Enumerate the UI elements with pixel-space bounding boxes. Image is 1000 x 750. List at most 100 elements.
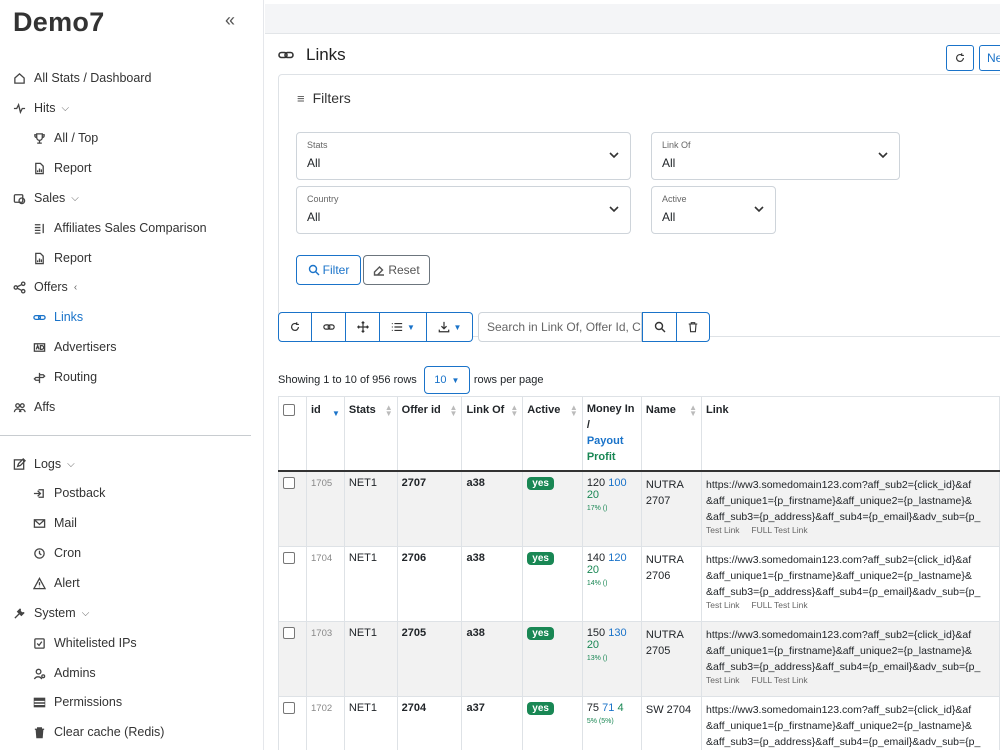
collapse-sidebar-icon[interactable]: «	[225, 10, 235, 31]
link-of-select[interactable]: Link Of All	[651, 132, 900, 180]
payout-value: 100	[608, 477, 627, 489]
col-header-id[interactable]: id ▼	[306, 396, 345, 472]
edit-icon	[11, 456, 27, 472]
link-line[interactable]: &aff_unique1={p_firstname}&aff_unique2={…	[706, 495, 972, 507]
sidebar-item-sales-report[interactable]: Report	[0, 247, 92, 269]
full-test-link[interactable]: FULL Test Link	[751, 600, 807, 610]
search-button[interactable]	[642, 312, 677, 342]
filter-button[interactable]: Filter	[296, 255, 361, 285]
test-link[interactable]: Test Link	[706, 675, 740, 685]
full-test-link[interactable]: FULL Test Link	[751, 525, 807, 535]
sidebar-item-advertisers[interactable]: Advertisers	[0, 336, 117, 358]
sidebar-item-logs[interactable]: Logs ⌵	[0, 453, 75, 475]
sidebar-item-affs[interactable]: Affs	[0, 396, 55, 418]
sidebar-item-all-top[interactable]: All / Top	[0, 127, 98, 149]
country-select[interactable]: Country All	[296, 186, 631, 234]
sidebar-item-whitelisted-ips[interactable]: Whitelisted IPs	[0, 632, 137, 654]
refresh-button[interactable]	[946, 45, 974, 71]
table-row[interactable]: 1703 NET1 2705 a38 yes 150 130 20 13% () NUTRA 2…	[278, 620, 1000, 697]
col-header-active[interactable]: Active ▲ ▼	[522, 396, 583, 472]
link-line[interactable]: https://ww3.somedomain123.com?aff_sub2={…	[706, 629, 971, 641]
sidebar-item-mail[interactable]: Mail	[0, 512, 77, 534]
link-line[interactable]: https://ww3.somedomain123.com?aff_sub2={…	[706, 554, 971, 566]
test-link[interactable]: Test Link	[706, 525, 740, 535]
id-value: 1702	[311, 702, 333, 714]
stats-select-value: All	[307, 156, 321, 170]
sidebar-item-system[interactable]: System ⌵	[0, 602, 89, 624]
link-of-value: a38	[466, 551, 485, 564]
col-header-link-of[interactable]: Link Of ▲ ▼	[461, 396, 524, 472]
name-value: NUTRA	[645, 479, 684, 491]
table-row[interactable]: 1705 NET1 2707 a38 yes 120 100 20 17% () NUTRA 2…	[278, 470, 1000, 547]
filter-button-label: Filter	[322, 263, 350, 277]
mail-icon	[31, 515, 47, 531]
profit-percent: 13% ()	[586, 654, 608, 662]
sidebar-item-hits-report[interactable]: Report	[0, 157, 92, 179]
sidebar-item-clear-cache[interactable]: Clear cache (Redis)	[0, 721, 164, 743]
table-search-input[interactable]	[478, 312, 642, 342]
sort-icon: ▲ ▼	[569, 403, 578, 418]
sidebar-item-alert[interactable]: Alert	[0, 572, 80, 594]
id-value: 1705	[311, 478, 333, 489]
row-checkbox[interactable]	[283, 626, 295, 639]
col-header-money[interactable]: Money In / Payout Profit	[581, 396, 642, 472]
sidebar-item-links[interactable]: Links	[0, 306, 83, 328]
profit-percent: 5% (5%)	[586, 717, 614, 725]
link-line[interactable]: https://ww3.somedomain123.com?aff_sub2={…	[706, 704, 971, 716]
active-select[interactable]: Active All	[651, 186, 776, 234]
report-icon	[31, 160, 47, 176]
table-row[interactable]: 1702 NET1 2704 a37 yes 75 71 4 5% (5%) SW 2704 h…	[278, 695, 1000, 750]
eraser-icon	[374, 266, 385, 276]
table-row[interactable]: 1704 NET1 2706 a38 yes 140 120 20 14% () NUTRA 2…	[278, 545, 1000, 622]
sidebar-item-label: Mail	[54, 516, 77, 530]
sidebar-item-affiliates-sales-comparison[interactable]: Affiliates Sales Comparison	[0, 217, 207, 239]
id-value: 1704	[311, 552, 333, 564]
full-test-link[interactable]: FULL Test Link	[751, 675, 807, 685]
sidebar-item-dashboard[interactable]: All Stats / Dashboard	[0, 67, 151, 89]
link-line[interactable]: &aff_sub3={p_address}&aff_sub4={p_email}…	[706, 586, 980, 598]
link-line[interactable]: https://ww3.somedomain123.com?aff_sub2={…	[706, 479, 971, 491]
col-header-link[interactable]: Link	[701, 396, 1000, 472]
active-badge: yes	[527, 551, 554, 565]
stats-select-label: Stats	[307, 140, 328, 150]
sidebar-item-routing[interactable]: Routing	[0, 366, 97, 388]
test-link[interactable]: Test Link	[706, 600, 740, 610]
toolbar-link-button[interactable]	[312, 312, 346, 342]
link-of-select-label: Link Of	[662, 140, 691, 150]
col-header-offer-id[interactable]: Offer id ▲ ▼	[396, 396, 463, 472]
col-header-name[interactable]: Name ▲ ▼	[640, 396, 703, 472]
link-line[interactable]: &aff_sub3={p_address}&aff_sub4={p_email}…	[706, 736, 980, 748]
row-checkbox[interactable]	[283, 477, 295, 489]
per-page-suffix: rows per page	[473, 374, 544, 386]
toolbar-columns-button[interactable]: ▼	[380, 312, 427, 342]
sidebar-item-hits[interactable]: Hits ⌵	[0, 97, 69, 119]
sidebar-item-postback[interactable]: Postback	[0, 482, 105, 504]
row-checkbox[interactable]	[283, 551, 295, 564]
clear-search-button[interactable]	[676, 312, 710, 342]
sidebar-item-admins[interactable]: Admins	[0, 662, 96, 684]
sidebar-item-permissions[interactable]: Permissions	[0, 691, 122, 713]
new-link-button[interactable]: Ne	[979, 45, 1000, 71]
link-line[interactable]: &aff_sub3={p_address}&aff_sub4={p_email}…	[706, 511, 980, 523]
select-all-checkbox[interactable]	[283, 404, 295, 416]
sidebar-item-offers[interactable]: Offers ‹	[0, 276, 77, 298]
link-line[interactable]: &aff_unique1={p_firstname}&aff_unique2={…	[706, 720, 972, 732]
toolbar-export-button[interactable]: ▼	[427, 312, 473, 342]
row-checkbox[interactable]	[283, 701, 295, 714]
toolbar-fullscreen-button[interactable]	[346, 312, 380, 342]
active-badge: yes	[527, 626, 554, 640]
link-line[interactable]: &aff_sub3={p_address}&aff_sub4={p_email}…	[706, 661, 980, 673]
sort-icon: ▲ ▼	[449, 403, 458, 418]
stats-select[interactable]: Stats All	[296, 132, 631, 180]
reset-button[interactable]: Reset	[363, 255, 430, 285]
link-line[interactable]: &aff_unique1={p_firstname}&aff_unique2={…	[706, 645, 972, 657]
col-header-stats[interactable]: Stats ▲ ▼	[343, 396, 398, 472]
per-page-select[interactable]: 10 ▼	[423, 366, 470, 394]
toolbar-refresh-button[interactable]	[278, 312, 312, 342]
sidebar-item-label: Routing	[54, 370, 98, 384]
active-cell: yes	[522, 695, 583, 750]
select-all-header	[278, 396, 307, 472]
sidebar-item-cron[interactable]: Cron	[0, 542, 81, 564]
link-line[interactable]: &aff_unique1={p_firstname}&aff_unique2={…	[706, 570, 972, 582]
sidebar-item-sales[interactable]: Sales ⌵	[0, 187, 79, 209]
